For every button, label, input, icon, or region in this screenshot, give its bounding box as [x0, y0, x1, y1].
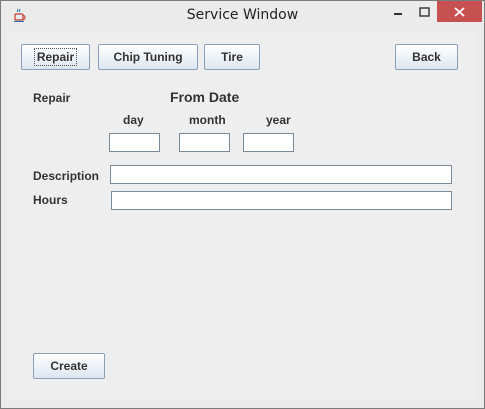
minimize-button[interactable]: [384, 1, 411, 22]
description-label: Description: [33, 169, 100, 183]
hours-field[interactable]: [111, 191, 452, 210]
month-label: month: [189, 113, 226, 127]
service-window: Service Window Repair Chip Tuning Tire B…: [0, 0, 485, 409]
tire-button[interactable]: Tire: [204, 44, 260, 70]
back-button[interactable]: Back: [395, 44, 458, 70]
create-button[interactable]: Create: [33, 353, 105, 379]
section-label-repair: Repair: [33, 91, 71, 105]
repair-button[interactable]: Repair: [21, 44, 90, 70]
title-bar[interactable]: Service Window: [1, 1, 484, 32]
create-button-label: Create: [50, 359, 88, 373]
hours-label: Hours: [33, 193, 68, 207]
day-field[interactable]: [109, 133, 160, 152]
day-label: day: [123, 113, 144, 127]
close-icon: [454, 2, 465, 21]
maximize-icon: [418, 2, 430, 21]
from-date-heading: From Date: [170, 89, 240, 105]
month-field[interactable]: [179, 133, 230, 152]
chip-tuning-button[interactable]: Chip Tuning: [98, 44, 198, 70]
frame-left: [1, 32, 9, 400]
year-field[interactable]: [243, 133, 294, 152]
frame-right: [476, 32, 484, 400]
repair-button-label: Repair: [33, 48, 78, 66]
back-button-label: Back: [412, 50, 441, 64]
frame-bottom: [1, 400, 484, 408]
tire-button-label: Tire: [221, 50, 243, 64]
chip-tuning-button-label: Chip Tuning: [113, 50, 183, 64]
minimize-icon: [393, 2, 403, 21]
close-button[interactable]: [437, 1, 482, 22]
content-pane: Repair Chip Tuning Tire Back Repair From…: [9, 32, 476, 400]
maximize-button[interactable]: [411, 1, 437, 22]
description-field[interactable]: [110, 165, 452, 184]
year-label: year: [266, 113, 291, 127]
